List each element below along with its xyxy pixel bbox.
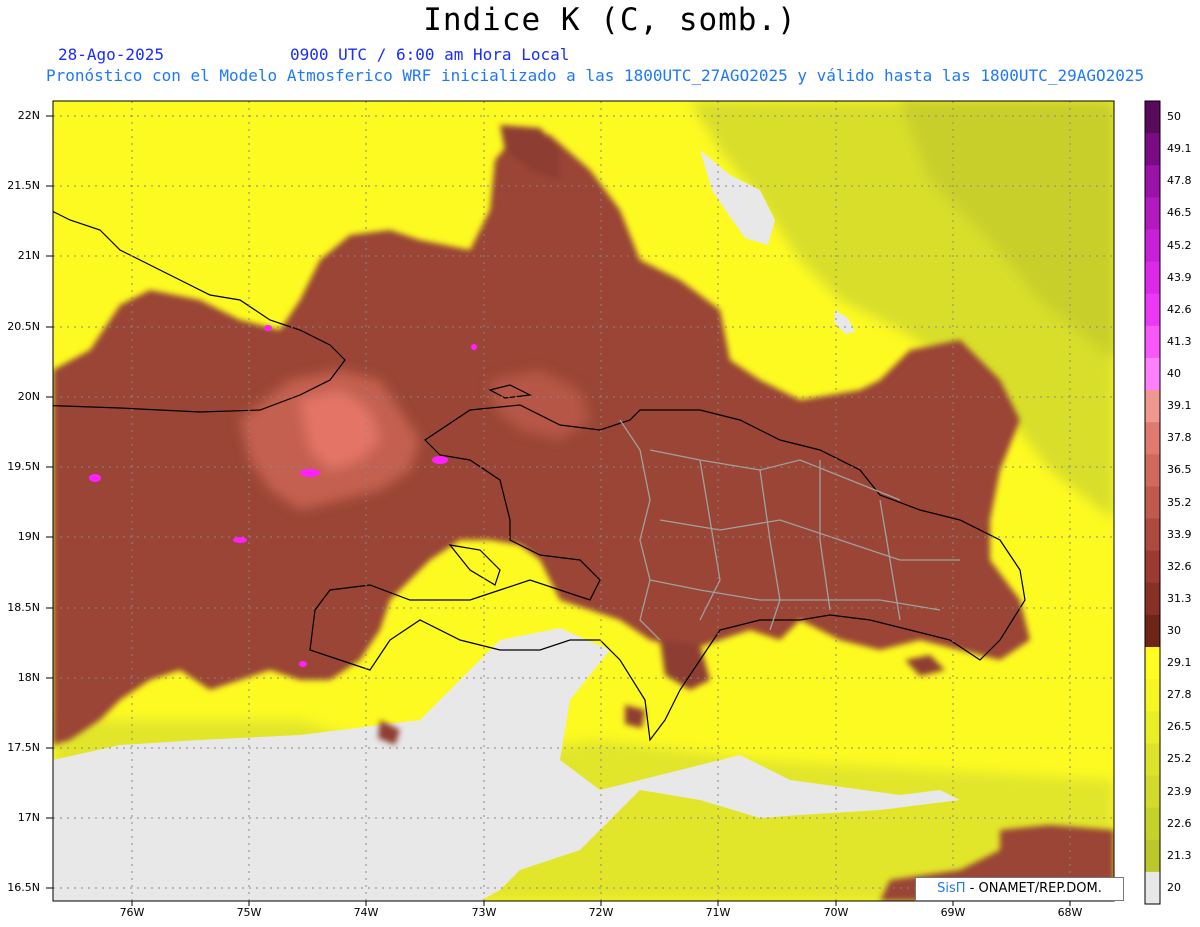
lon-label: 72W [588,906,614,919]
colorbar-swatch [1145,839,1160,873]
colorbar-label: 40 [1167,367,1181,381]
colorbar-label: 33.9 [1167,527,1192,541]
colorbar-swatch [1145,743,1160,777]
colorbar-swatch [1145,325,1160,359]
colorbar-swatch [1145,647,1160,680]
colorbar-swatch [1145,422,1160,455]
colorbar-label: 41.3 [1167,334,1192,348]
colorbar-swatch [1145,518,1160,552]
colorbar-swatch [1145,165,1160,198]
magenta-spot [300,469,320,477]
colorbar-swatch [1145,357,1160,391]
magenta-spot [264,325,272,331]
colorbar-label: 49.1 [1167,142,1192,156]
colorbar-label: 50 [1167,110,1181,124]
colorbar [1144,100,1161,905]
colorbar-label: 21.3 [1167,848,1192,862]
magenta-spot [233,537,247,543]
colorbar-label: 35.2 [1167,495,1192,509]
colorbar-swatch [1145,293,1160,327]
colorbar-label: 32.6 [1167,559,1192,573]
credit-text: - ONAMET/REP.DOM. [965,881,1102,896]
colorbar-label: 47.8 [1167,174,1192,188]
colorbar-label: 29.1 [1167,656,1192,670]
colorbar-label: 37.8 [1167,431,1192,445]
lon-label: 68W [1057,906,1083,919]
credit-box: SisΠ - ONAMET/REP.DOM. [915,877,1124,901]
colorbar-swatch [1145,133,1160,166]
k-index-map [46,100,1161,906]
colorbar-label: 30 [1167,623,1181,637]
forecast-time: 0900 UTC / 6:00 am Hora Local [290,45,570,64]
lat-label: 21N [17,249,40,262]
lat-label: 19N [17,530,40,543]
colorbar-swatch [1145,711,1160,744]
colorbar-label: 43.9 [1167,270,1192,284]
colorbar-label: 36.5 [1167,463,1192,477]
magenta-spot [471,344,477,350]
colorbar-label: 25.2 [1167,752,1192,766]
colorbar-swatch [1145,582,1160,616]
lat-label: 17.5N [7,741,40,754]
magenta-spot [89,474,101,482]
colorbar-label: 26.5 [1167,720,1192,734]
lat-label: 17N [17,811,40,824]
lon-label: 70W [823,906,849,919]
lat-label: 20N [17,390,40,403]
colorbar-swatch [1145,679,1160,712]
lon-label: 73W [471,906,497,919]
magenta-spot [299,661,307,667]
colorbar-swatch [1145,454,1160,487]
colorbar-label: 45.2 [1167,238,1192,252]
map-title: Indice K (C, somb.) [423,2,797,38]
lon-label: 76W [119,906,145,919]
colorbar-swatch [1145,229,1160,263]
colorbar-swatch [1145,807,1160,841]
lon-label: 74W [353,906,379,919]
forecast-date: 28-Ago-2025 [58,45,164,64]
lat-label: 18.5N [7,601,40,614]
colorbar-label: 22.6 [1167,816,1192,830]
sispi-logo: SisΠ [937,881,966,896]
lon-label: 71W [705,906,731,919]
colorbar-label: 46.5 [1167,206,1192,220]
colorbar-swatch [1145,101,1160,134]
colorbar-swatch [1145,550,1160,584]
colorbar-swatch [1145,871,1160,905]
colorbar-swatch [1145,486,1160,520]
colorbar-label: 27.8 [1167,688,1192,702]
lat-label: 16.5N [7,881,40,894]
colorbar-label: 23.9 [1167,784,1192,798]
colorbar-swatch [1145,261,1160,295]
magenta-spot [432,456,448,464]
lon-label: 69W [940,906,966,919]
lat-label: 22N [17,109,40,122]
lat-label: 19.5N [7,460,40,473]
forecast-description: Pronóstico con el Modelo Atmosferico WRF… [46,66,1145,85]
map-field [53,101,1114,901]
lat-label: 21.5N [7,179,40,192]
colorbar-label: 42.6 [1167,302,1192,316]
colorbar-swatch [1145,390,1160,423]
colorbar-swatch [1145,775,1160,809]
colorbar-label: 20 [1167,880,1181,894]
lon-label: 75W [236,906,262,919]
colorbar-swatch [1145,197,1160,230]
colorbar-label: 31.3 [1167,591,1192,605]
colorbar-label: 39.1 [1167,399,1192,413]
lat-label: 18N [17,671,40,684]
lat-label: 20.5N [7,320,40,333]
colorbar-swatch [1145,614,1160,648]
